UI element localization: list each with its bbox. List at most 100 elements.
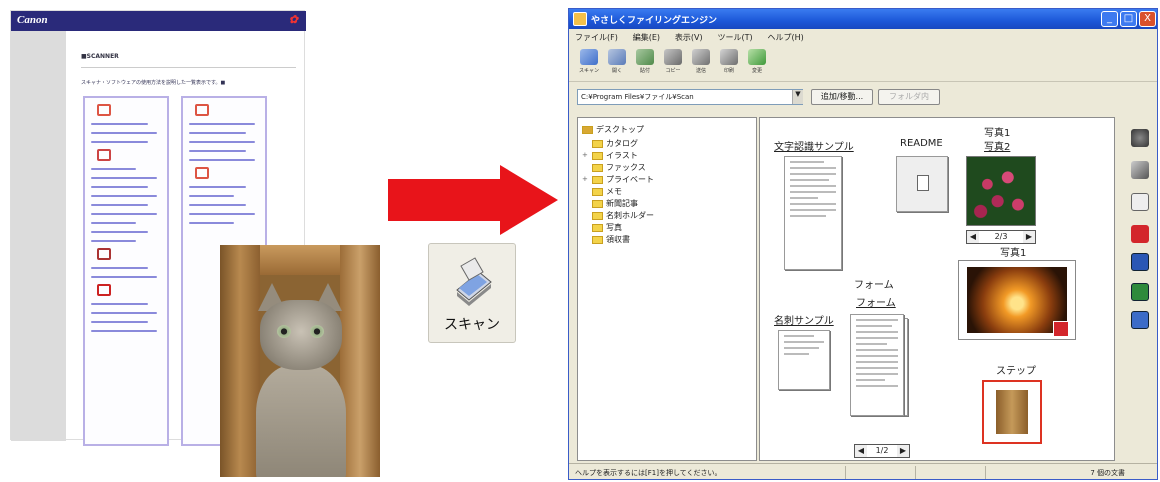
mail-icon bbox=[692, 49, 710, 65]
expand-icon[interactable]: + bbox=[582, 175, 588, 183]
tree-item[interactable]: メモ bbox=[592, 186, 622, 198]
pdf-icon bbox=[1053, 321, 1069, 337]
title-bar: やさしくファイリングエンジン _ □ X bbox=[569, 9, 1157, 29]
app-icon bbox=[573, 12, 587, 26]
scanner-icon bbox=[580, 49, 598, 65]
form-title: フォーム bbox=[854, 280, 894, 291]
flower-photo[interactable] bbox=[966, 156, 1036, 226]
tree-item[interactable]: + イラスト bbox=[582, 150, 638, 162]
minimize-button[interactable]: _ bbox=[1101, 11, 1118, 27]
maximize-button[interactable]: □ bbox=[1120, 11, 1137, 27]
expand-icon[interactable]: + bbox=[582, 151, 588, 159]
tree-item[interactable]: 新聞記事 bbox=[592, 198, 638, 210]
menu-help[interactable]: ヘルプ(H) bbox=[768, 32, 804, 43]
toolbar-edit-button[interactable]: 変更 bbox=[745, 49, 769, 79]
folder-button: フォルダ内 bbox=[878, 89, 940, 105]
tree-item[interactable]: 名刺ホルダー bbox=[592, 210, 654, 222]
excel-icon[interactable] bbox=[1131, 283, 1149, 301]
folder-icon bbox=[592, 199, 603, 208]
photo-title[interactable]: 写真1 bbox=[1000, 244, 1026, 259]
menu-edit[interactable]: 編集(E) bbox=[633, 32, 660, 43]
readme-thumbnail[interactable] bbox=[896, 156, 948, 212]
menu-bar: ファイル(F) 編集(E) 表示(V) ツール(T) ヘルプ(H) bbox=[569, 29, 1157, 46]
word-icon[interactable] bbox=[1131, 253, 1149, 271]
scan-button-label: スキャン bbox=[444, 317, 500, 333]
action-icon-bar bbox=[1119, 121, 1157, 461]
camera-icon bbox=[97, 104, 111, 116]
scanner-icon[interactable] bbox=[1131, 161, 1149, 179]
stamp-icon bbox=[636, 49, 654, 65]
edit-icon bbox=[748, 49, 766, 65]
sunset-photo-frame[interactable] bbox=[958, 260, 1076, 340]
business-card-thumbnail[interactable] bbox=[778, 330, 830, 390]
scanner-icon bbox=[456, 257, 492, 306]
menu-file[interactable]: ファイル(F) bbox=[575, 32, 618, 43]
tree-item[interactable]: 写真 bbox=[592, 222, 622, 234]
desktop-icon bbox=[582, 125, 593, 134]
toolbar-send-button[interactable]: 送信 bbox=[689, 49, 713, 79]
step-thumbnail[interactable] bbox=[982, 380, 1042, 444]
pdf-icon[interactable] bbox=[1131, 225, 1149, 243]
card-title[interactable]: 名刺サンプル bbox=[774, 312, 834, 327]
print-icon bbox=[720, 49, 738, 65]
next-page-button[interactable]: ▶ bbox=[1023, 231, 1035, 243]
ocr-icon[interactable] bbox=[1131, 193, 1149, 211]
camera-icon[interactable] bbox=[1131, 129, 1149, 147]
tree-item[interactable]: カタログ bbox=[592, 138, 638, 150]
status-bar: ヘルプを表示するには[F1]を押してください。 7 個の文書 bbox=[569, 463, 1157, 479]
toolbar-scan-button[interactable]: スキャン bbox=[577, 49, 601, 79]
text-file-icon bbox=[917, 175, 929, 191]
tree-item[interactable]: ファックス bbox=[592, 162, 646, 174]
form-thumbnail[interactable] bbox=[850, 314, 904, 416]
folder-icon bbox=[592, 223, 603, 232]
status-text: ヘルプを表示するには[F1]を押してください。 bbox=[575, 469, 722, 477]
folder-icon bbox=[592, 163, 603, 172]
print-icon[interactable] bbox=[1131, 311, 1149, 329]
doc-title-readme[interactable]: README bbox=[900, 138, 943, 149]
form-subtitle[interactable]: フォーム bbox=[856, 294, 896, 309]
folder-icon bbox=[592, 151, 603, 160]
scanner-icon bbox=[97, 248, 111, 260]
toolbar-open-button[interactable]: 開く bbox=[605, 49, 629, 79]
web-header-bar bbox=[11, 11, 306, 31]
open-icon bbox=[608, 49, 626, 65]
divider bbox=[81, 67, 296, 68]
folder-icon bbox=[195, 167, 209, 179]
close-button[interactable]: X bbox=[1139, 11, 1156, 27]
chevron-down-icon[interactable]: ▼ bbox=[792, 90, 803, 104]
web-sidebar bbox=[11, 31, 66, 441]
scan-button[interactable]: スキャン bbox=[428, 243, 516, 343]
document-icon bbox=[97, 149, 111, 161]
photo-stack-title: 写真1 bbox=[984, 128, 1011, 139]
printer-icon bbox=[97, 284, 111, 296]
path-row: C:¥Program Files¥ファイル¥Scan ▼ 追加/移動... フォ… bbox=[569, 85, 1157, 109]
gift-icon bbox=[195, 104, 209, 116]
photo-stack-subtitle[interactable]: 写真2 bbox=[984, 138, 1010, 153]
folder-icon bbox=[592, 175, 603, 184]
tree-item[interactable]: + プライベート bbox=[582, 174, 654, 186]
application-window: やさしくファイリングエンジン _ □ X ファイル(F) 編集(E) 表示(V)… bbox=[568, 8, 1158, 480]
folder-tree: デスクトップ カタログ + イラスト ファックス + プライベート メモ 新聞記事 … bbox=[577, 117, 757, 461]
brand-mark-icon: ✿ bbox=[288, 14, 298, 26]
toolbar-paste-button[interactable]: 貼付 bbox=[633, 49, 657, 79]
doc-title-ocr-sample[interactable]: 文字認識サンプル bbox=[774, 138, 854, 153]
menu-view[interactable]: 表示(V) bbox=[675, 32, 703, 43]
photo-page-navigator: ◀ 2/3 ▶ bbox=[966, 230, 1036, 244]
toolbar-print-button[interactable]: 印刷 bbox=[717, 49, 741, 79]
cat-thumbnail bbox=[996, 390, 1028, 434]
document-count: 7 個の文書 bbox=[1090, 469, 1125, 477]
sunset-photo bbox=[967, 267, 1067, 333]
toolbar-copy-button[interactable]: コピー bbox=[661, 49, 685, 79]
tree-item[interactable]: 領収書 bbox=[592, 234, 630, 246]
next-page-button[interactable]: ▶ bbox=[897, 445, 909, 457]
cat-photo bbox=[220, 245, 380, 477]
copy-icon bbox=[664, 49, 682, 65]
tree-item-desktop[interactable]: デスクトップ bbox=[582, 124, 644, 136]
folder-path-input[interactable]: C:¥Program Files¥ファイル¥Scan bbox=[577, 89, 803, 105]
menu-tools[interactable]: ツール(T) bbox=[717, 32, 752, 43]
document-thumbnail[interactable] bbox=[784, 156, 842, 270]
link-column-left bbox=[83, 96, 169, 446]
folder-icon bbox=[592, 211, 603, 220]
step-title[interactable]: ステップ bbox=[996, 362, 1036, 377]
add-move-button[interactable]: 追加/移動... bbox=[811, 89, 873, 105]
